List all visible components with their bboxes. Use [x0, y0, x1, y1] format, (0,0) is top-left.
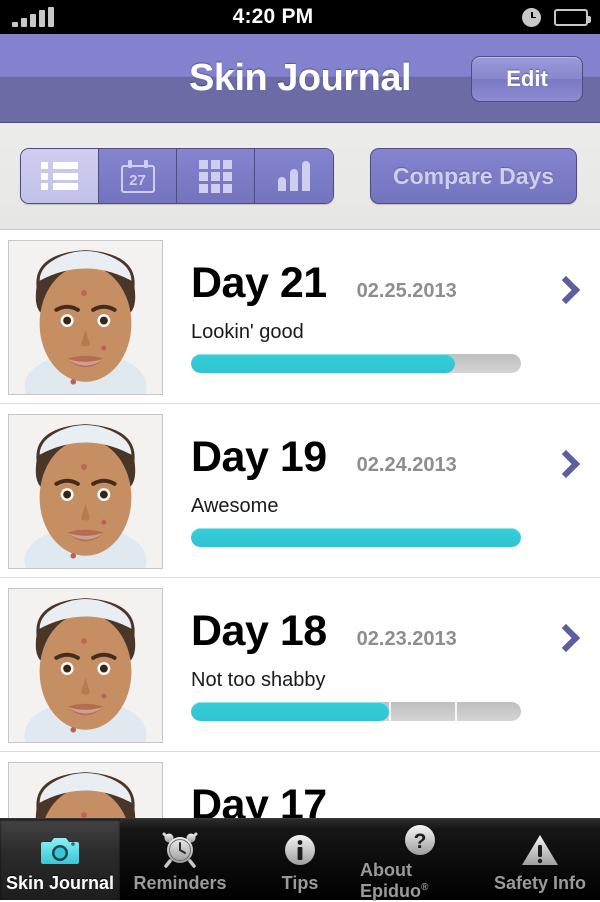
status-bar-time: 4:20 PM — [232, 5, 314, 28]
bar-chart-icon — [278, 161, 310, 191]
navigation-bar: Skin Journal Edit — [0, 34, 600, 123]
progress-fill — [191, 528, 521, 547]
status-bar-right-icons — [522, 7, 591, 27]
tab-skin-journal[interactable]: Skin Journal — [0, 819, 120, 900]
tab-safety-info[interactable]: Safety Info — [480, 819, 600, 900]
status-bar: 4:20 PM — [0, 0, 600, 34]
face-photo-thumbnail — [8, 240, 163, 395]
entry-note: Not too shabby — [191, 669, 326, 691]
list-icon — [40, 162, 79, 190]
edit-button[interactable]: Edit — [471, 56, 583, 102]
info-circle-icon — [282, 829, 318, 871]
table-row[interactable]: Day 19 02.24.2013 Awesome — [0, 404, 600, 578]
entry-day-title: Day 19 — [191, 433, 327, 481]
entry-note: Awesome — [191, 495, 279, 517]
calendar-day-number: 27 — [129, 171, 146, 189]
entry-progress-bar — [191, 528, 521, 547]
entry-progress-bar — [191, 702, 521, 721]
entry-date: 02.23.2013 — [356, 628, 457, 650]
table-row[interactable]: Day 18 02.23.2013 Not too shabby — [0, 578, 600, 752]
battery-full-icon — [554, 8, 591, 26]
segment-chart-view[interactable] — [255, 149, 333, 203]
tab-label: Reminders — [133, 873, 227, 893]
tab-label: Skin Journal — [5, 873, 115, 893]
segment-calendar-view[interactable]: 27 — [99, 149, 177, 203]
entry-day-title: Day 17 — [191, 781, 327, 819]
warning-triangle-icon — [521, 829, 559, 871]
camera-icon — [40, 829, 80, 871]
grid-icon — [199, 159, 232, 193]
registered-trademark-icon: ® — [421, 881, 429, 893]
tab-bar[interactable]: Skin Journal Reminders Tips ? About Epid… — [0, 818, 600, 902]
progress-fill — [191, 354, 455, 373]
entry-date: 02.24.2013 — [356, 454, 457, 476]
tab-reminders[interactable]: Reminders — [120, 819, 240, 900]
entry-date: 02.25.2013 — [356, 280, 457, 302]
tab-label-text: About Epiduo — [360, 859, 421, 901]
calendar-icon: 27 — [120, 159, 155, 193]
entry-note: Lookin' good — [191, 321, 304, 343]
face-photo-thumbnail — [8, 588, 163, 743]
entry-day-title: Day 18 — [191, 607, 327, 655]
svg-text:?: ? — [414, 830, 427, 853]
view-segmented-control[interactable]: 27 — [20, 148, 334, 204]
face-photo-thumbnail — [8, 762, 163, 818]
alarm-clock-icon — [522, 7, 541, 27]
tab-label: Safety Info — [493, 873, 586, 893]
progress-tick — [389, 702, 391, 721]
question-circle-icon: ? — [402, 822, 438, 858]
progress-fill — [191, 702, 389, 721]
table-row[interactable]: Day 21 02.25.2013 Lookin' good — [0, 230, 600, 404]
segment-list-view[interactable] — [21, 149, 99, 203]
tab-label: About Epiduo® — [360, 860, 480, 902]
tab-label: Tips — [281, 873, 319, 893]
journal-entry-list[interactable]: Day 21 02.25.2013 Lookin' good Day 19 02… — [0, 230, 600, 818]
entry-progress-bar — [191, 354, 521, 373]
segment-grid-view[interactable] — [177, 149, 255, 203]
tab-about-epiduo[interactable]: ? About Epiduo® — [360, 819, 480, 902]
progress-tick — [455, 702, 457, 721]
table-row[interactable]: Day 17 — [0, 752, 600, 818]
view-toolbar: 27 Compare Days — [0, 123, 600, 230]
page-title: Skin Journal — [188, 56, 412, 99]
tab-tips[interactable]: Tips — [240, 819, 360, 900]
compare-days-button[interactable]: Compare Days — [370, 148, 578, 204]
entry-day-title: Day 21 — [191, 259, 327, 307]
face-photo-thumbnail — [8, 414, 163, 569]
alarm-clock-icon — [161, 829, 199, 871]
